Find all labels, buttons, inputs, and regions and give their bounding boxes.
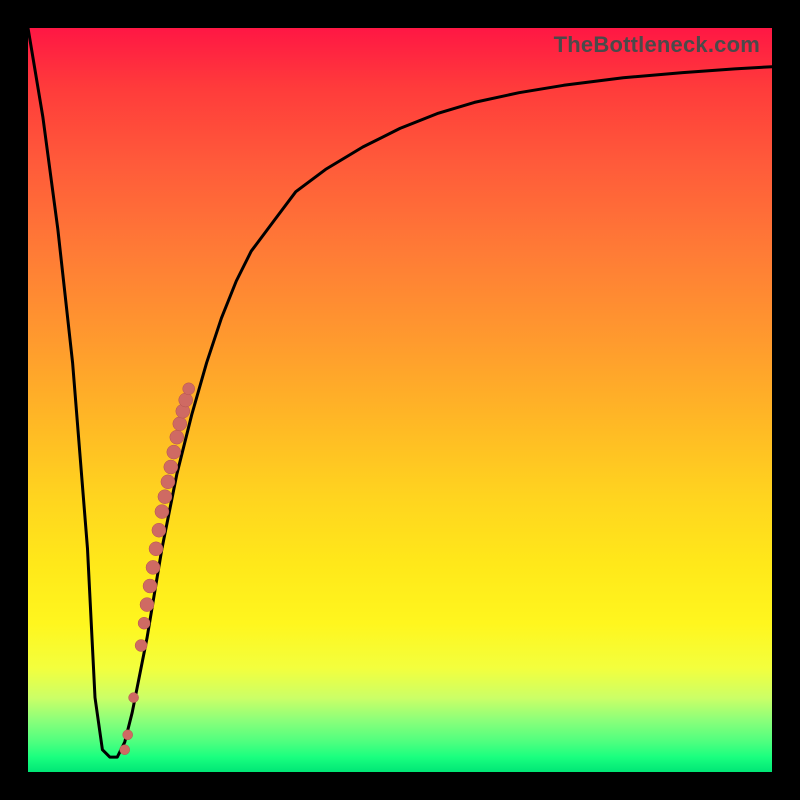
highlight-marker [135, 640, 147, 652]
highlight-marker [140, 598, 154, 612]
highlight-marker [143, 579, 157, 593]
plot-area: TheBottleneck.com [28, 28, 772, 772]
curve-layer [28, 28, 772, 772]
highlight-marker [170, 430, 184, 444]
highlight-marker [161, 475, 175, 489]
highlight-marker [173, 417, 187, 431]
highlight-marker [164, 460, 178, 474]
highlight-marker-group [120, 383, 195, 755]
watermark-text: TheBottleneck.com [554, 32, 760, 58]
highlight-marker [152, 523, 166, 537]
highlight-marker [123, 730, 133, 740]
highlight-marker [149, 542, 163, 556]
highlight-marker [158, 490, 172, 504]
highlight-marker [155, 505, 169, 519]
highlight-marker [167, 445, 181, 459]
chart-frame: TheBottleneck.com [0, 0, 800, 800]
highlight-marker [183, 383, 195, 395]
highlight-marker [179, 393, 193, 407]
highlight-marker [129, 693, 139, 703]
highlight-marker [146, 560, 160, 574]
highlight-marker [138, 617, 150, 629]
highlight-marker [120, 745, 130, 755]
